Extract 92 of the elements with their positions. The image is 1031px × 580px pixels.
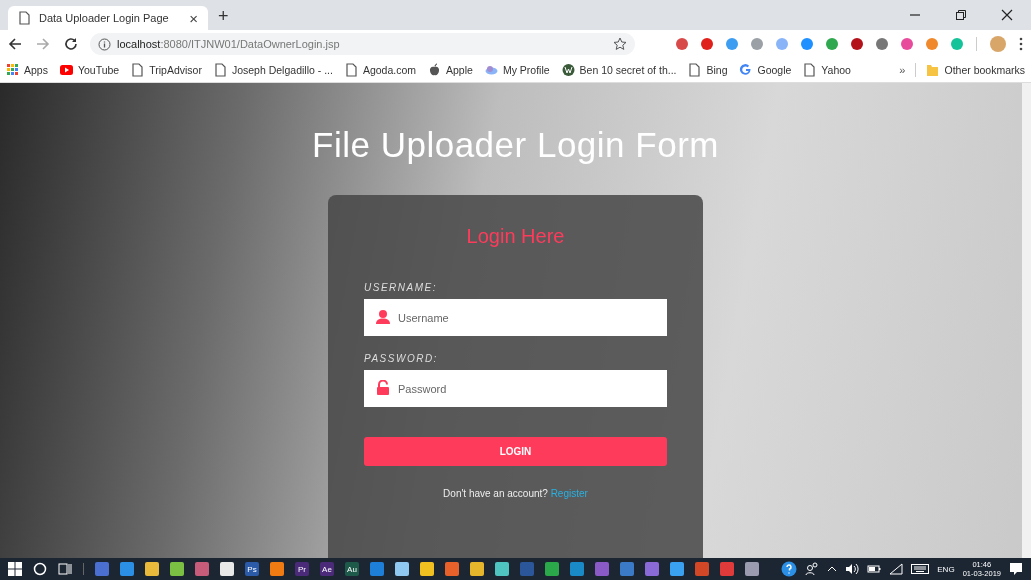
taskbar-app-button[interactable]: Ps xyxy=(245,562,259,576)
extension-icon[interactable] xyxy=(851,38,863,50)
battery-icon[interactable] xyxy=(867,564,882,574)
input-field[interactable]: Username xyxy=(364,299,667,336)
profile-avatar[interactable] xyxy=(990,36,1006,52)
play-icon xyxy=(59,63,73,77)
restore-icon[interactable] xyxy=(955,9,967,21)
bookmark-link[interactable]: My Profile xyxy=(484,63,550,77)
bookmark-link[interactable]: Ben 10 secret of th... xyxy=(561,63,677,77)
bookmark-link[interactable]: Apps xyxy=(6,63,48,77)
taskbar-app-icon[interactable] xyxy=(670,562,684,576)
language-indicator[interactable]: ENG xyxy=(937,564,955,574)
taskbar-app-icon[interactable] xyxy=(145,562,159,576)
new-tab-button[interactable]: + xyxy=(218,6,229,27)
extension-icon[interactable] xyxy=(826,38,838,50)
grid-icon xyxy=(6,63,19,77)
page-icon xyxy=(131,63,145,77)
page-icon xyxy=(18,11,31,25)
folder-icon xyxy=(926,63,940,77)
extension-icon[interactable] xyxy=(701,38,713,50)
extension-icon[interactable] xyxy=(676,38,688,50)
forward-arrow-icon[interactable] xyxy=(36,37,50,51)
extension-icon[interactable] xyxy=(901,38,913,50)
taskbar-app-icon[interactable] xyxy=(195,562,209,576)
field-label: USERNAME: xyxy=(364,282,438,293)
tab-title: Data Uploader Login Page xyxy=(39,12,170,24)
close-icon[interactable] xyxy=(1001,9,1013,21)
speaker-icon[interactable] xyxy=(845,563,860,575)
browser-tab[interactable]: Data Uploader Login Page × xyxy=(8,6,208,30)
bookmarks-overflow-button[interactable]: » xyxy=(899,64,906,76)
taskbar-app-icon[interactable] xyxy=(695,562,709,576)
windows-start-icon[interactable] xyxy=(8,562,22,576)
bookmark-link[interactable]: Agoda.com xyxy=(344,63,417,77)
form-heading: Login Here xyxy=(465,225,566,248)
taskbar-app-icon[interactable] xyxy=(420,562,434,576)
taskbar-app-icon[interactable] xyxy=(470,562,484,576)
taskbar-app-icon[interactable] xyxy=(95,562,109,576)
star-icon[interactable] xyxy=(613,37,627,51)
keyboard-icon[interactable] xyxy=(911,563,930,575)
bookmark-link[interactable]: Apple xyxy=(428,63,473,77)
extension-icon[interactable] xyxy=(876,38,888,50)
bookmark-link[interactable]: TripAdvisor xyxy=(131,63,202,77)
bookmark-link[interactable]: YouTube xyxy=(59,63,120,77)
taskbar-app-icon[interactable] xyxy=(120,562,134,576)
taskbar-app-button[interactable]: Ae xyxy=(320,562,334,576)
taskbar-app-icon[interactable] xyxy=(170,562,184,576)
input-field[interactable]: Password xyxy=(364,370,667,407)
taskbar-app-icon[interactable] xyxy=(620,562,634,576)
taskbar-app-icon[interactable] xyxy=(445,562,459,576)
taskbar-app-icon[interactable] xyxy=(645,562,659,576)
taskbar-app-icon[interactable] xyxy=(395,562,409,576)
taskbar-app-button[interactable]: Pr xyxy=(295,562,309,576)
reload-icon[interactable] xyxy=(64,37,78,51)
register-prompt: Don't have an account? Register xyxy=(442,488,589,499)
circle-logo-icon xyxy=(561,63,575,77)
menu-icon[interactable] xyxy=(1019,37,1023,51)
taskbar-app-icon[interactable] xyxy=(745,562,759,576)
chevron-up-icon[interactable] xyxy=(827,564,838,574)
bookmark-link[interactable]: Bing xyxy=(688,63,728,77)
extension-icon[interactable] xyxy=(801,38,813,50)
extension-icon[interactable] xyxy=(726,38,738,50)
info-icon[interactable] xyxy=(98,37,111,51)
back-arrow-icon[interactable] xyxy=(8,37,22,51)
apple-icon xyxy=(428,63,442,77)
page-icon xyxy=(688,63,702,77)
taskbar-app-button[interactable]: Au xyxy=(345,562,359,576)
g-logo-icon xyxy=(739,63,753,77)
page-icon xyxy=(344,63,358,77)
taskbar-app-icon[interactable] xyxy=(570,562,584,576)
taskbar-app-icon[interactable] xyxy=(720,562,734,576)
other-bookmarks-link[interactable]: Other bookmarks xyxy=(926,63,1025,77)
page-icon xyxy=(803,63,817,77)
taskbar-app-icon[interactable] xyxy=(270,562,284,576)
search-icon[interactable] xyxy=(33,562,47,576)
people-icon[interactable] xyxy=(805,562,820,576)
page-icon xyxy=(213,63,227,77)
bookmark-link[interactable]: Joseph Delgadillo - ... xyxy=(213,63,333,77)
scrollbar[interactable] xyxy=(1022,83,1031,558)
taskbar-app-icon[interactable] xyxy=(595,562,609,576)
bookmark-link[interactable]: Yahoo xyxy=(803,63,851,77)
help-icon[interactable] xyxy=(781,561,798,577)
taskbar-app-icon[interactable] xyxy=(370,562,384,576)
close-tab-button[interactable]: × xyxy=(189,9,198,27)
field-label: PASSWORD: xyxy=(364,353,439,364)
taskbar-app-icon[interactable] xyxy=(220,562,234,576)
taskbar-app-icon[interactable] xyxy=(495,562,509,576)
notification-icon[interactable] xyxy=(1009,562,1023,576)
task-view-icon[interactable] xyxy=(58,562,72,576)
taskbar-app-icon[interactable] xyxy=(545,562,559,576)
url-text: localhost:8080/ITJNW01/DataOwnerLogin.jsp xyxy=(117,38,341,50)
bookmark-link[interactable]: Google xyxy=(739,63,792,77)
address-bar[interactable]: localhost:8080/ITJNW01/DataOwnerLogin.jsp xyxy=(90,33,635,55)
